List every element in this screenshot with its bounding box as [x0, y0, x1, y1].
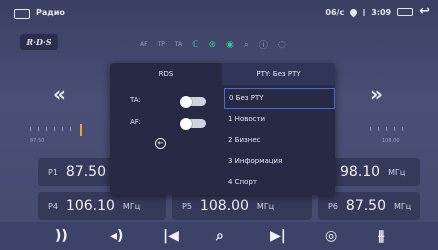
date-label: 06/с	[325, 7, 345, 17]
flag-tp: TP	[157, 41, 165, 48]
ta-toggle[interactable]	[180, 95, 206, 108]
preset-unit: МГц	[388, 167, 406, 177]
speaker-icon[interactable]: ◂)	[110, 228, 123, 244]
status-right: 06/с 3:09 ↩	[325, 5, 430, 18]
scale-tick	[370, 127, 371, 131]
battery-icon	[397, 8, 414, 16]
preset-unit: МГц	[394, 201, 412, 211]
status-bar: Радио 06/с 3:09 ↩	[0, 0, 438, 28]
info-icon[interactable]: ⓘ	[259, 38, 268, 51]
scale-tick	[54, 127, 55, 131]
scale-max-label: 108.00	[382, 138, 400, 144]
scale-tick	[38, 127, 39, 131]
bottom-toolbar: )) ◂) |◀ ⌕ ▶| ◎ ⫵	[0, 222, 438, 250]
pty-item[interactable]: 3 Информация	[224, 151, 335, 172]
stereo-icon: ◉	[226, 39, 234, 50]
window-icon[interactable]	[14, 9, 30, 19]
app-title: Радио	[36, 8, 65, 17]
radio-wave-icon[interactable]: ))	[55, 228, 68, 244]
seek-back-button[interactable]: «	[53, 82, 66, 106]
search-icon[interactable]: ⌕	[244, 40, 249, 50]
seek-forward-button[interactable]: »	[370, 82, 383, 106]
frequency-needle[interactable]	[80, 124, 82, 136]
scale-tick	[378, 127, 379, 131]
scale-tick	[46, 127, 47, 131]
scan-icon[interactable]: ◌	[278, 40, 286, 50]
scale-tick	[386, 127, 387, 131]
preset-number: P4	[48, 201, 58, 211]
seek-next-icon[interactable]: ▶|	[270, 228, 286, 244]
preset-unit: МГц	[256, 201, 275, 211]
af-label: AF:	[130, 118, 141, 126]
tab-rds[interactable]: RDS	[110, 63, 222, 85]
tab-pty[interactable]: PTY: Без PTY	[222, 63, 335, 85]
ta-label: TA:	[130, 96, 141, 104]
seek-prev-icon[interactable]: |◀	[163, 228, 179, 244]
preset-unit: МГц	[122, 201, 141, 211]
rds-settings-dialog: RDS PTY: Без PTY TA: AF: ← 0 Без PTY 1 Н…	[110, 63, 335, 195]
preset-number: P6	[328, 201, 338, 211]
flag-ta: TA	[174, 41, 183, 48]
preset-p6[interactable]: P6 87.50 МГц	[318, 192, 420, 220]
back-icon[interactable]: ↩	[419, 5, 430, 18]
pty-item[interactable]: 1 Новости	[224, 109, 335, 130]
preset-p5[interactable]: P5 108.00 МГц	[172, 192, 312, 220]
af-toggle[interactable]	[180, 117, 206, 130]
rds-icon[interactable]: ℂ	[192, 40, 198, 50]
signal-icon	[363, 8, 366, 16]
preset-p4[interactable]: P4 106.10 МГц	[38, 192, 166, 220]
preset-number: P5	[182, 201, 192, 211]
scale-tick	[394, 127, 395, 131]
equalizer-icon[interactable]: ⫵	[378, 228, 384, 244]
pty-item[interactable]: 2 Бизнес	[224, 130, 335, 151]
location-icon	[348, 7, 359, 17]
scale-tick	[62, 127, 63, 131]
preset-p3[interactable]: 98.10 МГц	[330, 158, 420, 186]
rds-logo[interactable]: R·D·S	[20, 34, 58, 50]
podcast-icon[interactable]: ◎	[325, 228, 337, 244]
scale-min-label: 87.50	[30, 138, 45, 144]
scale-tick	[70, 127, 71, 131]
toggle-knob	[180, 117, 192, 130]
preset-frequency: 87.50	[345, 198, 387, 214]
preset-frequency: 108.00	[199, 198, 249, 214]
flag-af: AF	[140, 41, 148, 48]
pty-item[interactable]: 0 Без PTY	[224, 88, 335, 109]
preset-frequency: 98.10	[340, 164, 381, 180]
toggle-knob	[180, 95, 192, 108]
pty-item[interactable]: 4 Спорт	[224, 172, 335, 193]
search-icon[interactable]: ⌕	[216, 228, 224, 244]
scale-tick	[30, 127, 31, 131]
preset-frequency: 87.50	[65, 164, 107, 180]
time-label: 3:09	[371, 7, 392, 17]
preset-number: P1	[48, 167, 58, 177]
preset-frequency: 106.10	[65, 198, 115, 214]
back-arrow-icon[interactable]: ←	[155, 138, 166, 149]
scale-tick	[402, 127, 403, 131]
rds-flags: AF TP TA ℂ ⊛ ◉ ⌕ ⓘ ◌	[140, 38, 286, 52]
af-icon[interactable]: ⊛	[208, 40, 216, 50]
